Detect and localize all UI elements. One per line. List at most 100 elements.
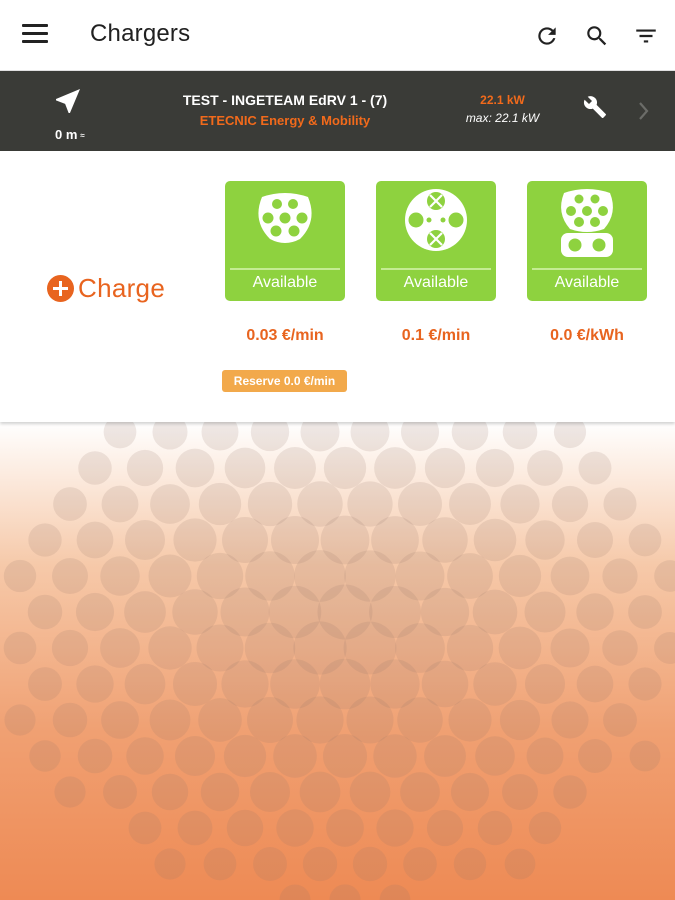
bubble <box>553 422 587 449</box>
bubble <box>350 422 390 452</box>
bubble <box>500 484 540 524</box>
bubble <box>502 422 538 450</box>
bubble <box>424 735 466 777</box>
bubble <box>578 451 612 485</box>
reserve-button[interactable]: Reserve 0.0 €/min <box>222 370 347 392</box>
bubble <box>526 737 564 775</box>
bubble <box>175 448 215 488</box>
bubble <box>75 592 115 632</box>
bubble <box>247 697 293 743</box>
bubble <box>602 630 638 666</box>
bubble <box>424 447 466 489</box>
bubble <box>524 663 566 705</box>
menu-icon[interactable] <box>22 24 48 46</box>
bubble <box>528 811 562 845</box>
bubble <box>29 740 61 772</box>
charge-button-label: Charge <box>78 272 166 303</box>
decorative-background <box>0 422 675 900</box>
max-power: max: 22.1 kW <box>465 111 540 125</box>
bubble <box>150 484 190 524</box>
connector-1[interactable]: Available <box>225 181 345 301</box>
bubble <box>553 775 587 809</box>
app-bar: Chargers <box>0 0 675 71</box>
bubble <box>379 884 411 900</box>
distance-value: 0 m <box>55 127 78 142</box>
bubble <box>177 810 213 846</box>
bubble <box>453 847 487 881</box>
bubble <box>352 846 388 882</box>
bubble <box>103 422 137 449</box>
filter-icon[interactable] <box>633 23 659 49</box>
bubble <box>322 733 368 779</box>
bubble <box>323 446 367 490</box>
bubble <box>576 593 614 631</box>
bubble <box>603 487 637 521</box>
bubble <box>124 519 166 561</box>
connector-2[interactable]: Available <box>376 181 496 301</box>
station-name: TEST - INGETEAM EdRV 1 - (7) <box>182 92 388 108</box>
bubble <box>124 591 166 633</box>
bubble <box>498 626 542 670</box>
connector-1-price: 0.03 €/min <box>246 327 324 344</box>
bubble <box>279 884 311 900</box>
bubble <box>276 809 314 847</box>
bubble <box>274 447 316 489</box>
bubble <box>451 422 489 451</box>
divider <box>381 268 491 270</box>
bubble <box>154 848 186 880</box>
bubble <box>628 595 662 629</box>
bubble <box>628 523 662 557</box>
bubble <box>54 776 86 808</box>
bubble <box>450 772 490 812</box>
bubble <box>498 554 542 598</box>
connector-status: Available <box>252 274 318 291</box>
bubble <box>76 665 114 703</box>
bubble <box>223 734 267 778</box>
bubble <box>126 449 164 487</box>
bubble <box>3 559 37 593</box>
bubble <box>3 631 37 665</box>
bubble <box>148 626 192 670</box>
refresh-icon[interactable] <box>534 23 560 49</box>
page-title: Chargers <box>90 20 191 47</box>
wrench-icon[interactable] <box>583 95 607 119</box>
bubble <box>449 483 491 525</box>
search-icon[interactable] <box>584 23 610 49</box>
bubble-pattern <box>3 422 675 900</box>
bubble <box>299 771 341 813</box>
bubble <box>250 422 290 452</box>
bubble <box>576 665 614 703</box>
bubble <box>103 775 137 809</box>
bubble <box>400 422 440 452</box>
bubble <box>124 663 166 705</box>
navigation-arrow-icon[interactable] <box>52 85 84 117</box>
charge-button[interactable]: Charge <box>47 271 165 305</box>
bubble <box>128 811 162 845</box>
bubble <box>576 521 614 559</box>
bubble <box>249 771 291 813</box>
bubble <box>200 772 240 812</box>
bubble <box>477 810 513 846</box>
bubble <box>448 698 492 742</box>
bubble <box>203 847 237 881</box>
bubble <box>349 771 391 813</box>
bubble <box>654 560 675 592</box>
bubble <box>426 809 464 847</box>
type2-socket-icon <box>258 193 312 243</box>
bubble <box>475 736 515 776</box>
bubble <box>329 884 361 900</box>
bubble <box>504 848 536 880</box>
bubble <box>28 667 62 701</box>
chevron-right-icon[interactable] <box>634 100 652 122</box>
bubble <box>52 702 88 738</box>
bubble <box>400 772 440 812</box>
bubble <box>550 556 590 596</box>
connector-3[interactable]: Available <box>527 181 647 301</box>
bubble <box>224 447 266 489</box>
bubble <box>226 809 264 847</box>
bubble <box>475 448 515 488</box>
bubble <box>78 451 112 485</box>
current-power: 22.1 kW <box>480 93 525 107</box>
bubble <box>501 773 539 811</box>
connector-3-price: 0.0 €/kWh <box>550 327 624 344</box>
